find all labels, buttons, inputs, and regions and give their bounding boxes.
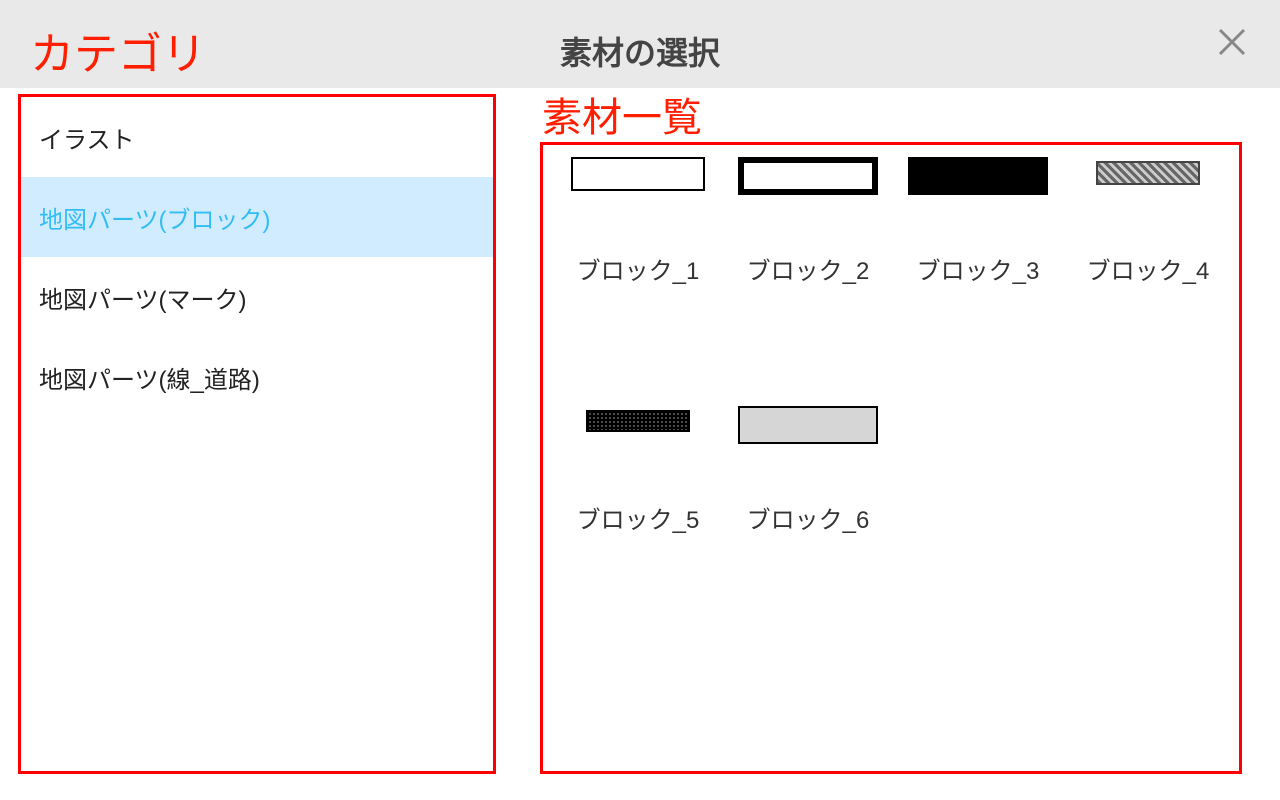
category-annotation-label: カテゴリ (30, 18, 206, 82)
close-icon (1216, 26, 1248, 58)
material-list-annotation-label: 素材一覧 (542, 85, 702, 143)
material-item-block-4[interactable]: ブロック_4 (1063, 151, 1233, 386)
material-label: ブロック_2 (747, 251, 870, 286)
category-panel: イラスト 地図パーツ(ブロック) 地図パーツ(マーク) 地図パーツ(線_道路) (18, 94, 496, 774)
material-thumb (553, 151, 723, 251)
material-item-block-3[interactable]: ブロック_3 (893, 151, 1063, 386)
close-button[interactable] (1212, 22, 1252, 62)
material-item-block-2[interactable]: ブロック_2 (723, 151, 893, 386)
material-item-block-1[interactable]: ブロック_1 (553, 151, 723, 386)
material-list-panel: ブロック_1 ブロック_2 ブロック_3 ブロック_4 ブロック_5 (540, 142, 1242, 774)
material-label: ブロック_1 (577, 251, 700, 286)
material-label: ブロック_3 (917, 251, 1040, 286)
material-thumb (553, 400, 723, 500)
material-thumb (1063, 151, 1233, 251)
block-outline-thin-icon (571, 157, 705, 191)
material-label: ブロック_4 (1087, 251, 1210, 286)
category-item-map-line-road[interactable]: 地図パーツ(線_道路) (21, 337, 493, 417)
block-hatched-icon (1096, 161, 1200, 185)
material-thumb (723, 151, 893, 251)
material-label: ブロック_5 (577, 500, 700, 535)
material-label: ブロック_6 (747, 500, 870, 535)
block-solid-black-icon (908, 157, 1048, 195)
block-solid-grey-icon (738, 406, 878, 444)
material-item-block-6[interactable]: ブロック_6 (723, 386, 893, 621)
category-item-map-mark[interactable]: 地図パーツ(マーク) (21, 257, 493, 337)
block-outline-thick-icon (738, 157, 878, 195)
category-item-map-block[interactable]: 地図パーツ(ブロック) (21, 177, 493, 257)
modal-title: 素材の選択 (560, 28, 720, 74)
material-thumb (893, 151, 1063, 251)
material-item-block-5[interactable]: ブロック_5 (553, 386, 723, 621)
material-thumb (723, 400, 893, 500)
block-dotted-dark-icon (586, 410, 690, 432)
material-grid: ブロック_1 ブロック_2 ブロック_3 ブロック_4 ブロック_5 (553, 151, 1233, 621)
category-item-illustration[interactable]: イラスト (21, 97, 493, 177)
